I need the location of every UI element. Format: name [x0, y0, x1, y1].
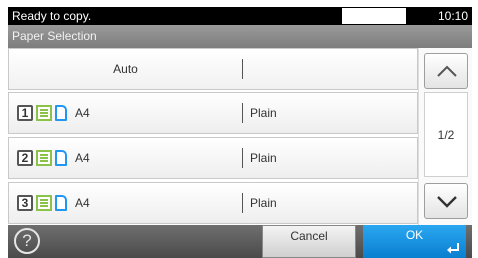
- paper-option-cassette-3[interactable]: 3 A4 Plain: [8, 182, 418, 224]
- auto-label: Auto: [113, 62, 138, 76]
- screen-title: Paper Selection: [8, 25, 472, 48]
- column-divider: [242, 59, 243, 79]
- paper-option-cassette-2[interactable]: 2 A4 Plain: [8, 137, 418, 179]
- page-indicator: 1/2: [424, 92, 468, 177]
- status-message: Ready to copy.: [8, 7, 342, 25]
- paper-type: Plain: [250, 106, 277, 120]
- cancel-button[interactable]: Cancel: [262, 225, 356, 258]
- paper-size: A4: [75, 106, 90, 120]
- chevron-up-icon: [437, 65, 457, 77]
- cassette-number-icon: 2: [17, 150, 33, 166]
- paper-sheet-icon: [55, 195, 67, 211]
- paper-sheet-icon: [55, 105, 67, 121]
- ok-label: OK: [405, 228, 424, 242]
- scroll-panel: 1/2: [418, 48, 472, 225]
- paper-sheet-icon: [55, 150, 67, 166]
- paper-size: A4: [75, 151, 90, 165]
- paper-type: Plain: [250, 151, 277, 165]
- paper-size: A4: [75, 196, 90, 210]
- chevron-down-icon: [437, 196, 457, 208]
- paper-option-cassette-1[interactable]: 1 A4 Plain: [8, 92, 418, 134]
- paper-source-list: Auto 1 A4 Plain 2 A4 Plain 3 A4 Plain: [8, 48, 418, 225]
- column-divider: [242, 103, 243, 123]
- status-bar: Ready to copy. 10:10: [8, 7, 472, 25]
- paper-stack-icon: [36, 195, 52, 211]
- bottom-bar: ? Cancel OK: [8, 225, 472, 258]
- cassette-number-icon: 3: [17, 195, 33, 211]
- enter-arrow-icon: [447, 243, 459, 254]
- ok-button[interactable]: OK: [363, 225, 466, 258]
- status-spacer: [342, 7, 406, 25]
- column-divider: [242, 148, 243, 168]
- paper-stack-icon: [36, 105, 52, 121]
- paper-option-auto[interactable]: Auto: [8, 48, 418, 90]
- paper-stack-icon: [36, 150, 52, 166]
- help-button[interactable]: ?: [14, 228, 40, 254]
- status-time: 10:10: [406, 7, 472, 25]
- scroll-up-button[interactable]: [424, 53, 468, 89]
- paper-type: Plain: [250, 196, 277, 210]
- scroll-down-button[interactable]: [424, 183, 468, 219]
- cassette-number-icon: 1: [17, 105, 33, 121]
- column-divider: [242, 193, 243, 213]
